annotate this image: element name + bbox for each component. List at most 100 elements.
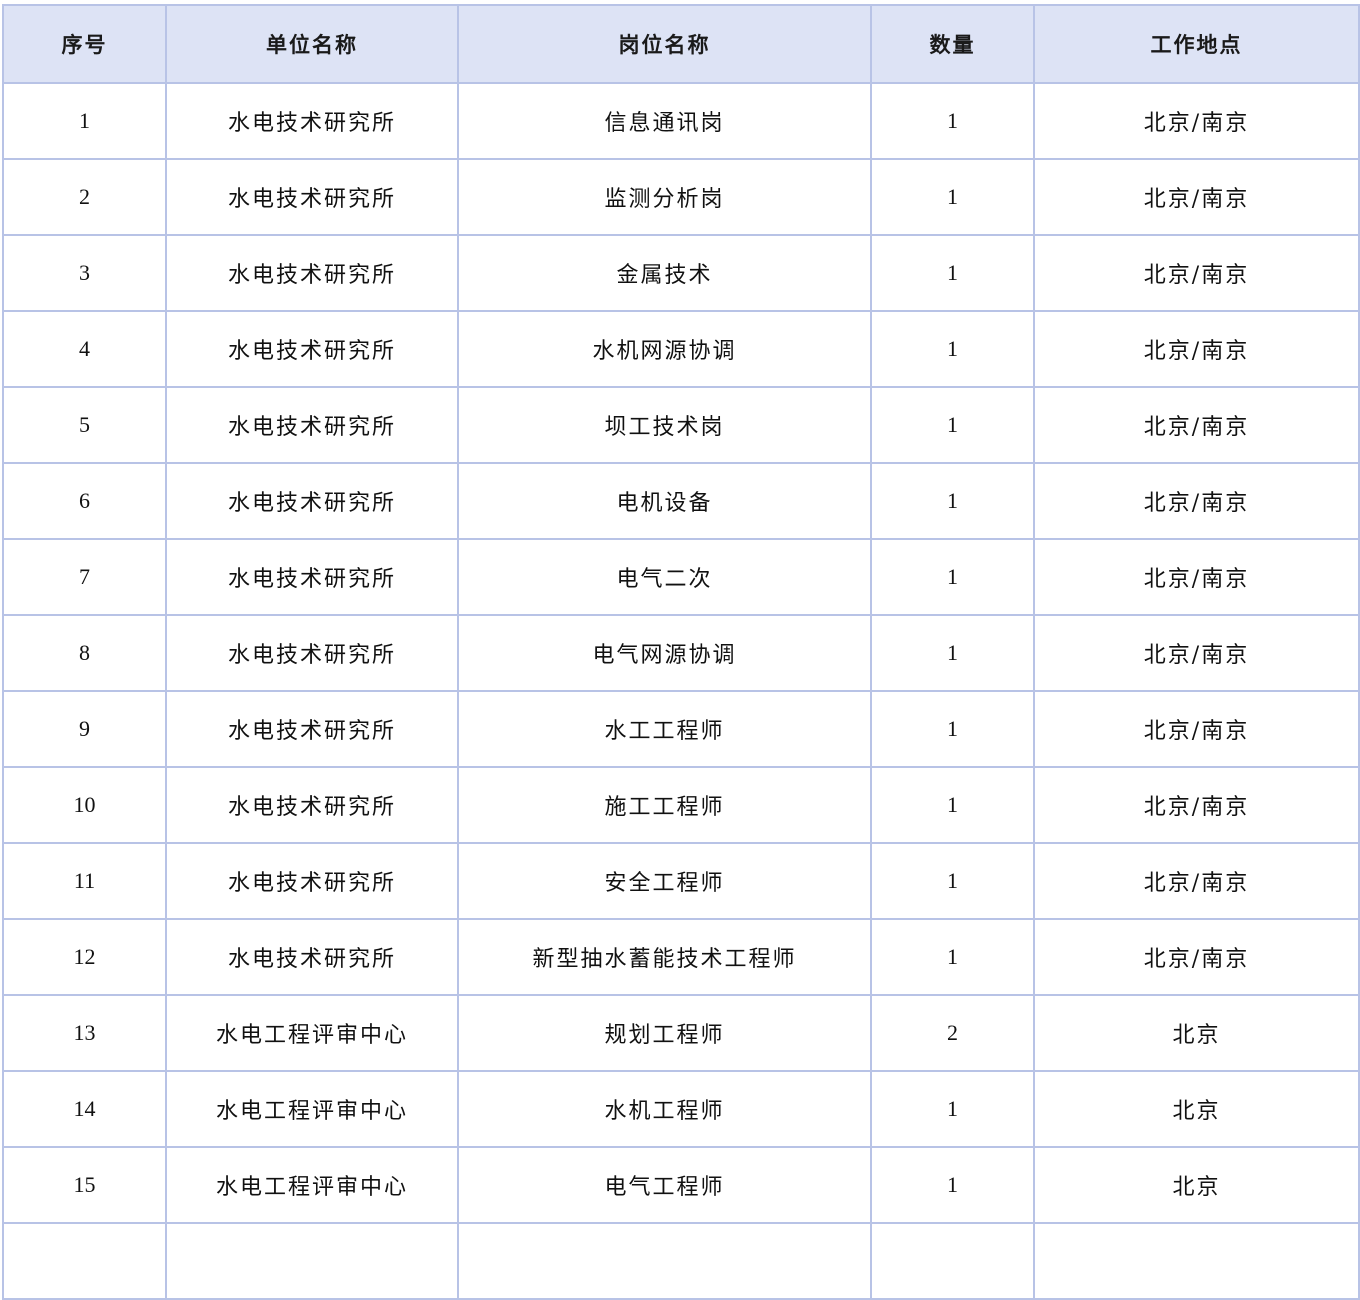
cell-work-location: 北京/南京 — [1033, 310, 1360, 388]
cell-empty — [870, 1222, 1035, 1300]
table-row: 3 水电技术研究所 金属技术 1 北京/南京 — [2, 234, 1360, 312]
cell-unit-name: 水电技术研究所 — [165, 766, 459, 844]
cell-unit-name: 水电技术研究所 — [165, 82, 459, 160]
table-body: 1 水电技术研究所 信息通讯岗 1 北京/南京 2 水电技术研究所 监测分析岗 … — [2, 82, 1360, 1300]
header-unit-name: 单位名称 — [165, 4, 459, 84]
cell-unit-name: 水电技术研究所 — [165, 918, 459, 996]
cell-index: 13 — [2, 994, 167, 1072]
cell-index: 10 — [2, 766, 167, 844]
header-work-location: 工作地点 — [1033, 4, 1360, 84]
cell-empty — [165, 1222, 459, 1300]
cell-quantity: 1 — [870, 614, 1035, 692]
cell-work-location: 北京/南京 — [1033, 386, 1360, 464]
cell-index: 4 — [2, 310, 167, 388]
table-row: 13 水电工程评审中心 规划工程师 2 北京 — [2, 994, 1360, 1072]
header-index: 序号 — [2, 4, 167, 84]
cell-work-location: 北京 — [1033, 994, 1360, 1072]
cell-work-location: 北京/南京 — [1033, 158, 1360, 236]
cell-unit-name: 水电工程评审中心 — [165, 1070, 459, 1148]
header-position-name: 岗位名称 — [457, 4, 872, 84]
table-row: 11 水电技术研究所 安全工程师 1 北京/南京 — [2, 842, 1360, 920]
cell-position-name: 施工工程师 — [457, 766, 872, 844]
cell-position-name: 水机网源协调 — [457, 310, 872, 388]
table-row: 4 水电技术研究所 水机网源协调 1 北京/南京 — [2, 310, 1360, 388]
cell-position-name: 规划工程师 — [457, 994, 872, 1072]
table-row: 6 水电技术研究所 电机设备 1 北京/南京 — [2, 462, 1360, 540]
cell-quantity: 1 — [870, 310, 1035, 388]
cell-position-name: 水机工程师 — [457, 1070, 872, 1148]
table-row: 9 水电技术研究所 水工工程师 1 北京/南京 — [2, 690, 1360, 768]
table-row: 7 水电技术研究所 电气二次 1 北京/南京 — [2, 538, 1360, 616]
table-row: 5 水电技术研究所 坝工技术岗 1 北京/南京 — [2, 386, 1360, 464]
cell-unit-name: 水电技术研究所 — [165, 842, 459, 920]
cell-unit-name: 水电技术研究所 — [165, 614, 459, 692]
cell-position-name: 电气二次 — [457, 538, 872, 616]
cell-index: 1 — [2, 82, 167, 160]
cell-quantity: 1 — [870, 842, 1035, 920]
cell-quantity: 1 — [870, 234, 1035, 312]
cell-quantity: 2 — [870, 994, 1035, 1072]
cell-unit-name: 水电技术研究所 — [165, 386, 459, 464]
table-row: 15 水电工程评审中心 电气工程师 1 北京 — [2, 1146, 1360, 1224]
table-row: 10 水电技术研究所 施工工程师 1 北京/南京 — [2, 766, 1360, 844]
cell-position-name: 监测分析岗 — [457, 158, 872, 236]
cell-work-location: 北京/南京 — [1033, 234, 1360, 312]
cell-work-location: 北京/南京 — [1033, 842, 1360, 920]
positions-table: 序号 单位名称 岗位名称 数量 工作地点 1 水电技术研究所 信息通讯岗 1 北… — [2, 4, 1360, 1300]
cell-quantity: 1 — [870, 1146, 1035, 1224]
cell-unit-name: 水电技术研究所 — [165, 690, 459, 768]
cell-position-name: 信息通讯岗 — [457, 82, 872, 160]
cell-quantity: 1 — [870, 538, 1035, 616]
cell-work-location: 北京 — [1033, 1070, 1360, 1148]
cell-empty — [2, 1222, 167, 1300]
cell-work-location: 北京/南京 — [1033, 82, 1360, 160]
cell-unit-name: 水电技术研究所 — [165, 158, 459, 236]
cell-index: 6 — [2, 462, 167, 540]
cell-work-location: 北京/南京 — [1033, 918, 1360, 996]
cell-quantity: 1 — [870, 690, 1035, 768]
cell-empty — [1033, 1222, 1360, 1300]
cell-index: 2 — [2, 158, 167, 236]
cell-index: 8 — [2, 614, 167, 692]
table-row: 14 水电工程评审中心 水机工程师 1 北京 — [2, 1070, 1360, 1148]
cell-quantity: 1 — [870, 1070, 1035, 1148]
cell-index: 7 — [2, 538, 167, 616]
positions-table-container: 序号 单位名称 岗位名称 数量 工作地点 1 水电技术研究所 信息通讯岗 1 北… — [2, 4, 1360, 1300]
cell-position-name: 金属技术 — [457, 234, 872, 312]
cell-quantity: 1 — [870, 158, 1035, 236]
cell-work-location: 北京/南京 — [1033, 690, 1360, 768]
cell-index: 12 — [2, 918, 167, 996]
cell-position-name: 电机设备 — [457, 462, 872, 540]
table-header: 序号 单位名称 岗位名称 数量 工作地点 — [2, 4, 1360, 84]
cell-position-name: 新型抽水蓄能技术工程师 — [457, 918, 872, 996]
cell-position-name: 水工工程师 — [457, 690, 872, 768]
header-quantity: 数量 — [870, 4, 1035, 84]
cell-empty — [457, 1222, 872, 1300]
cell-index: 3 — [2, 234, 167, 312]
cell-work-location: 北京/南京 — [1033, 462, 1360, 540]
table-row: 8 水电技术研究所 电气网源协调 1 北京/南京 — [2, 614, 1360, 692]
cell-unit-name: 水电技术研究所 — [165, 234, 459, 312]
cell-work-location: 北京/南京 — [1033, 614, 1360, 692]
cell-quantity: 1 — [870, 766, 1035, 844]
cell-index: 15 — [2, 1146, 167, 1224]
cell-work-location: 北京/南京 — [1033, 766, 1360, 844]
table-row: 1 水电技术研究所 信息通讯岗 1 北京/南京 — [2, 82, 1360, 160]
cell-position-name: 坝工技术岗 — [457, 386, 872, 464]
cell-unit-name: 水电工程评审中心 — [165, 1146, 459, 1224]
cell-unit-name: 水电技术研究所 — [165, 462, 459, 540]
cell-quantity: 1 — [870, 82, 1035, 160]
cell-unit-name: 水电技术研究所 — [165, 310, 459, 388]
cell-position-name: 电气网源协调 — [457, 614, 872, 692]
cell-unit-name: 水电技术研究所 — [165, 538, 459, 616]
cell-index: 11 — [2, 842, 167, 920]
cell-index: 5 — [2, 386, 167, 464]
cell-quantity: 1 — [870, 386, 1035, 464]
table-row: 12 水电技术研究所 新型抽水蓄能技术工程师 1 北京/南京 — [2, 918, 1360, 996]
table-row-cutoff — [2, 1222, 1360, 1300]
cell-unit-name: 水电工程评审中心 — [165, 994, 459, 1072]
cell-position-name: 电气工程师 — [457, 1146, 872, 1224]
cell-work-location: 北京 — [1033, 1146, 1360, 1224]
cell-work-location: 北京/南京 — [1033, 538, 1360, 616]
header-row: 序号 单位名称 岗位名称 数量 工作地点 — [2, 4, 1360, 84]
